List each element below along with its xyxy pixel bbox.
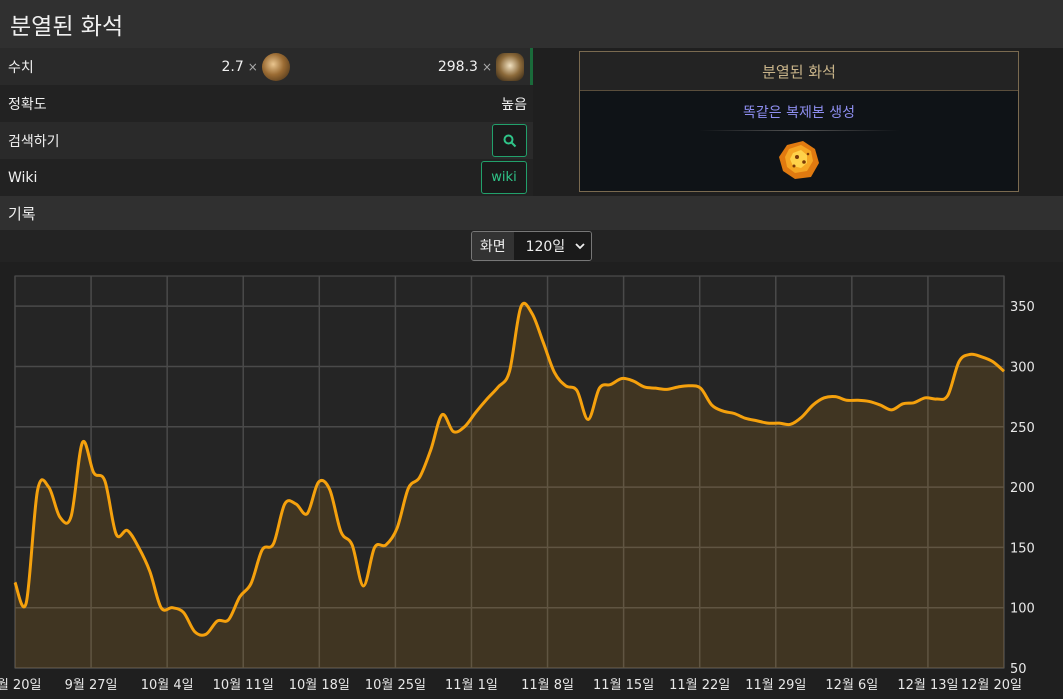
accuracy-value: 높음 [501, 94, 527, 114]
fractured-fossil-icon [777, 139, 821, 181]
search-label: 검색하기 [8, 131, 60, 151]
value-exalted-amount: 2.7 [222, 59, 244, 75]
item-description: 똑같은 복제본 생성 [580, 102, 1018, 122]
accuracy-label: 정확도 [8, 94, 47, 114]
wiki-button[interactable]: wiki [481, 161, 527, 194]
x-tick-label: 11월 8일 [521, 678, 574, 693]
value-exalted: 2.7 × [222, 53, 290, 81]
y-tick-label: 350 [1010, 300, 1035, 315]
x-tick-label: 12월 20일 [961, 678, 1022, 693]
times-sign: × [482, 60, 492, 74]
x-tick-label: 11월 22일 [669, 678, 730, 693]
x-tick-label: 10월 4일 [141, 678, 194, 693]
x-tick-label: 11월 15일 [593, 678, 654, 693]
wiki-label: Wiki [8, 170, 37, 186]
exalted-orb-icon [262, 53, 290, 81]
times-sign: × [248, 60, 258, 74]
chart-controls: 화면 120일 [0, 230, 1063, 262]
item-card-title: 분열된 화석 [580, 52, 1018, 91]
page-title: 분열된 화석 [0, 7, 123, 41]
history-header: 기록 [0, 196, 1063, 230]
x-tick-label: 11월 1일 [445, 678, 498, 693]
value-divine-amount: 298.3 [438, 59, 478, 75]
x-tick-label: 10월 11일 [213, 678, 274, 693]
y-tick-label: 50 [1010, 662, 1027, 677]
range-selector: 화면 120일 [471, 231, 592, 261]
x-tick-label: 12월 13일 [897, 678, 958, 693]
accuracy-row: 정확도 높음 [0, 85, 533, 122]
range-value: 120일 [526, 236, 566, 256]
chart-svg: 50 100 150 200 250 300 350 9월 20일 9월 27일 10월 4일 10… [0, 262, 1063, 695]
item-card: 분열된 화석 똑같은 복제본 생성 [579, 51, 1019, 192]
x-tick-label: 9월 27일 [65, 678, 118, 693]
range-select[interactable]: 120일 [514, 232, 592, 260]
value-label: 수치 [8, 57, 34, 77]
stats-table: 수치 2.7 × 298.3 × 정확도 높음 검색하기 Wiki wiki [0, 48, 533, 196]
y-tick-label: 100 [1010, 602, 1035, 617]
y-tick-label: 150 [1010, 541, 1035, 556]
x-tick-label: 9월 20일 [0, 678, 41, 693]
search-row: 검색하기 [0, 122, 533, 159]
value-row: 수치 2.7 × 298.3 × [0, 48, 533, 85]
price-history-chart: 50 100 150 200 250 300 350 9월 20일 9월 27일 10월 4일 10… [0, 262, 1063, 695]
card-separator [699, 130, 899, 131]
y-tick-label: 250 [1010, 421, 1035, 436]
x-tick-label: 10월 25일 [365, 678, 426, 693]
history-title: 기록 [0, 203, 36, 224]
page-header: 분열된 화석 [0, 0, 1063, 48]
x-tick-label: 10월 18일 [289, 678, 350, 693]
x-tick-label: 11월 29일 [745, 678, 806, 693]
x-tick-label: 12월 6일 [825, 678, 878, 693]
wiki-row: Wiki wiki [0, 159, 533, 196]
divine-orb-icon [496, 53, 524, 81]
chevron-down-icon [575, 243, 585, 250]
search-button[interactable] [492, 124, 527, 157]
y-tick-label: 300 [1010, 360, 1035, 375]
search-icon [503, 134, 517, 148]
value-divine: 298.3 × [438, 53, 524, 81]
y-tick-label: 200 [1010, 481, 1035, 496]
range-label: 화면 [472, 232, 514, 260]
